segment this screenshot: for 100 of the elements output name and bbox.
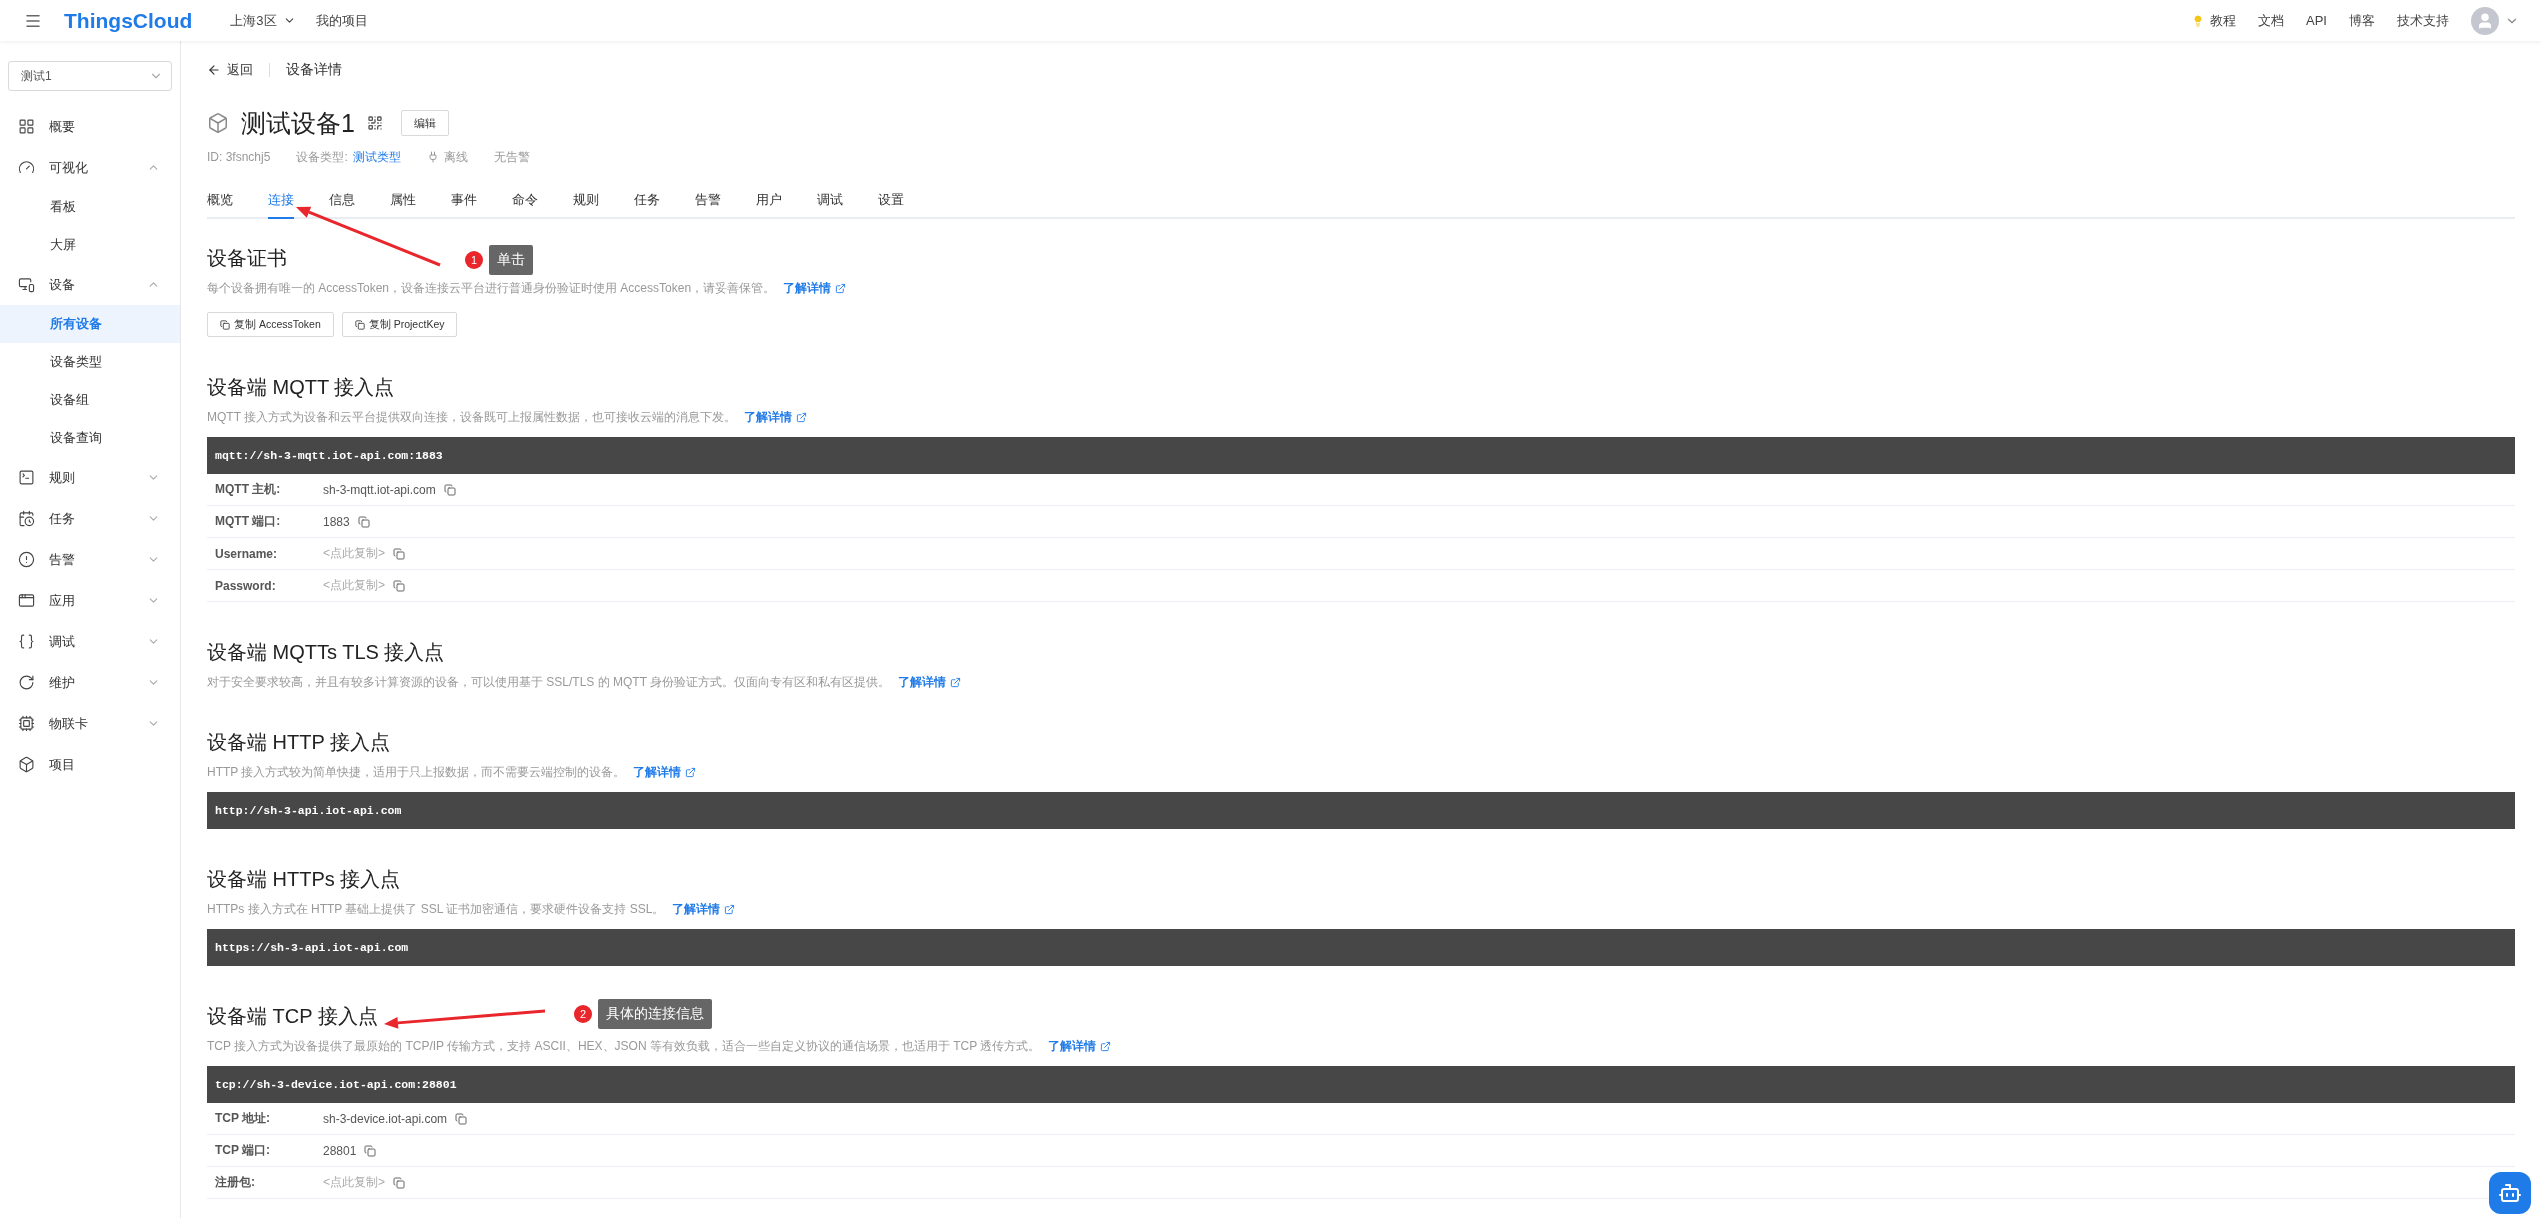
field-label: 注册包: [215,1174,256,1191]
external-link-icon [1100,1040,1112,1052]
sidebar-item[interactable]: 可视化 [0,147,180,188]
avatar-icon [2476,11,2494,30]
field-label: TCP 端口: [215,1142,272,1159]
sidebar-subitem[interactable]: 设备类型 [0,343,180,381]
alarm-status: 无告警 [493,148,530,166]
plug-icon [426,151,439,163]
copy-icon[interactable] [364,1144,377,1157]
external-link-icon [950,676,962,688]
sidebar-item[interactable]: 设备 [0,264,180,305]
tab[interactable]: 事件 [451,190,477,219]
nav-link[interactable]: 博客 [2349,11,2375,30]
section-title: 设备端 HTTP 接入点 [207,730,390,755]
learn-more-link[interactable]: 了解详情 [744,407,808,427]
nav-link[interactable]: 技术支持 [2397,11,2449,30]
field-label: Password: [215,578,277,593]
braces-icon [18,633,35,650]
endpoint-url: https://sh-3-api.iot-api.com [207,929,2515,966]
sidebar-item[interactable]: 物联卡 [0,703,180,744]
endpoint-url: mqtt://sh-3-mqtt.iot-api.com:1883 [207,437,2515,474]
external-link-icon [835,282,847,294]
back-link[interactable]: 返回 [207,61,253,79]
chat-assistant-button[interactable] [2489,1172,2531,1214]
field-label: TCP 地址: [215,1110,272,1127]
copy-icon[interactable] [455,1112,468,1125]
region-selector[interactable]: 上海3区 [230,11,296,30]
chip-icon [18,715,35,732]
sidebar-item[interactable]: 维护 [0,662,180,703]
external-link-icon [685,766,697,778]
learn-more-link[interactable]: 了解详情 [783,278,847,298]
tab[interactable]: 设置 [878,190,904,219]
lightbulb-icon [2192,14,2205,27]
nav-link[interactable]: API [2306,13,2327,28]
learn-more-link[interactable]: 了解详情 [898,672,962,692]
tab[interactable]: 任务 [634,190,660,219]
device-id: ID: 3fsnchj5 [207,150,271,164]
copy-button[interactable]: 复制 ProjectKey [341,312,458,337]
section-title: 设备端 MQTT 接入点 [207,375,395,400]
device-type-label: 设备类型: [296,148,348,166]
tab[interactable]: 连接 [268,190,294,219]
callout-tooltip: 具体的连接信息 [598,999,712,1029]
sidebar-subitem[interactable]: 看板 [0,188,180,226]
project-select[interactable]: 测试1 [8,61,172,91]
logo[interactable]: ThingsCloud [64,8,193,33]
device-type-link[interactable]: 测试类型 [352,148,401,166]
qr-code-icon[interactable] [366,115,383,131]
sidebar-subitem[interactable]: 所有设备 [0,305,180,343]
device-name: 测试设备1 [241,107,355,139]
field-value: 28801 [323,1143,357,1158]
copy-icon[interactable] [357,515,370,528]
copy-icon[interactable] [393,1176,405,1189]
tab[interactable]: 用户 [756,190,782,219]
tab[interactable]: 属性 [390,190,416,219]
copy-icon [220,319,230,330]
section-description: HTTPs 接入方式在 HTTP 基础上提供了 SSL 证书加密通信，要求硬件设备支持 SSL。 了解详情 [207,899,2515,919]
nav-link[interactable]: 文档 [2258,11,2285,30]
learn-more-link[interactable]: 了解详情 [633,762,697,782]
field-label: Username: [215,546,279,561]
field-label: MQTT 主机: [215,481,282,498]
sidebar-subitem[interactable]: 设备查询 [0,419,180,457]
endpoint-url: http://sh-3-api.iot-api.com [207,792,2515,829]
cube-icon [207,112,229,134]
tab[interactable]: 告警 [695,190,721,219]
section-description: 对于安全要求较高，并且有较多计算资源的设备，可以使用基于 SSL/TLS 的 MQTT 身份验证方式。仅面向专有区和私有区提供。 了解详情 [207,672,2515,692]
tab[interactable]: 命令 [512,190,538,219]
section-description: HTTP 接入方式较为简单快捷，适用于只上报数据，而不需要云端控制的设备。 了解详情 [207,762,2515,782]
copy-button[interactable]: 复制 AccessToken [207,312,334,337]
copy-icon[interactable] [393,547,405,560]
sidebar-item[interactable]: 调试 [0,621,180,662]
learn-more-link[interactable]: 了解详情 [672,899,736,919]
field-value: sh-3-device.iot-api.com [323,1111,448,1126]
endpoint-url: tcp://sh-3-device.iot-api.com:28801 [207,1066,2515,1103]
copy-icon[interactable] [443,483,456,496]
sidebar-item[interactable]: 概要 [0,106,180,147]
back-arrow-icon [207,63,221,77]
sidebar-item[interactable]: 应用 [0,580,180,621]
status-text: 离线 [443,148,468,166]
sidebar-item[interactable]: 任务 [0,498,180,539]
window-icon [18,592,35,609]
copy-icon[interactable] [393,579,405,592]
nav-link[interactable]: 我的项目 [315,11,368,30]
tab[interactable]: 概览 [207,190,233,219]
sidebar-item[interactable]: 告警 [0,539,180,580]
field-label: MQTT 端口: [215,513,282,530]
sidebar-subitem[interactable]: 大屏 [0,226,180,264]
user-menu[interactable] [2471,6,2519,35]
sidebar-item[interactable]: 规则 [0,457,180,498]
refresh-icon [18,674,35,691]
tab[interactable]: 规则 [573,190,599,219]
tab[interactable]: 调试 [817,190,843,219]
sidebar-item[interactable]: 项目 [0,744,180,785]
tab[interactable]: 信息 [329,190,355,219]
nav-link[interactable]: 教程 [2192,11,2237,30]
callout-tooltip: 单击 [489,245,533,275]
terminal-icon [18,469,35,486]
sidebar-subitem[interactable]: 设备组 [0,381,180,419]
step-badge: 1 [465,251,483,269]
edit-button[interactable]: 编辑 [400,110,449,136]
learn-more-link[interactable]: 了解详情 [1048,1036,1112,1056]
